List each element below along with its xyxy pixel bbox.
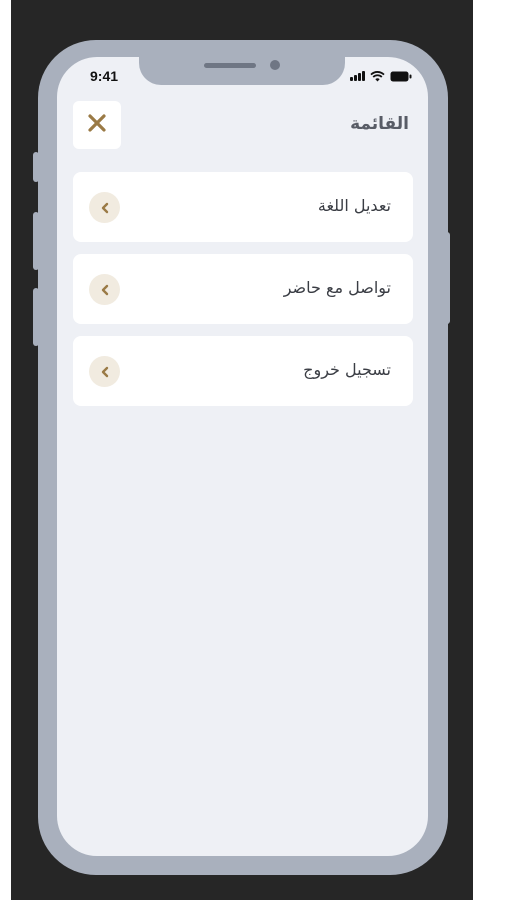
menu-item-logout[interactable]: تسجيل خروج	[73, 336, 413, 406]
phone-volume-up	[33, 212, 39, 270]
menu-list: تعديل اللغة تواصل مع حاضر تسجيل خروج	[73, 172, 413, 418]
chevron-left-icon	[89, 192, 120, 223]
phone-power-button	[444, 232, 450, 324]
speaker	[204, 63, 256, 68]
chevron-left-icon	[89, 274, 120, 305]
battery-icon	[390, 71, 412, 82]
menu-item-label: تعديل اللغة	[317, 196, 391, 215]
page-title: القائمة	[350, 114, 409, 134]
close-icon	[87, 113, 107, 137]
phone-screen: 9:41 القائمة تعديل اللغة تواصل مع حاضر ت…	[57, 57, 428, 856]
notch	[139, 57, 345, 85]
chevron-left-icon	[89, 356, 120, 387]
status-icons	[350, 69, 412, 83]
phone-volume-down	[33, 288, 39, 346]
wifi-icon	[370, 70, 385, 82]
menu-item-label: تسجيل خروج	[303, 360, 391, 379]
menu-item-label: تواصل مع حاضر	[283, 278, 391, 297]
status-time: 9:41	[90, 68, 119, 84]
menu-item-contact-us[interactable]: تواصل مع حاضر	[73, 254, 413, 324]
header: القائمة	[73, 101, 411, 149]
front-camera	[270, 60, 280, 70]
close-button[interactable]	[73, 101, 121, 149]
menu-item-change-language[interactable]: تعديل اللغة	[73, 172, 413, 242]
phone-silent-switch	[33, 152, 39, 182]
signal-icon	[350, 71, 365, 81]
